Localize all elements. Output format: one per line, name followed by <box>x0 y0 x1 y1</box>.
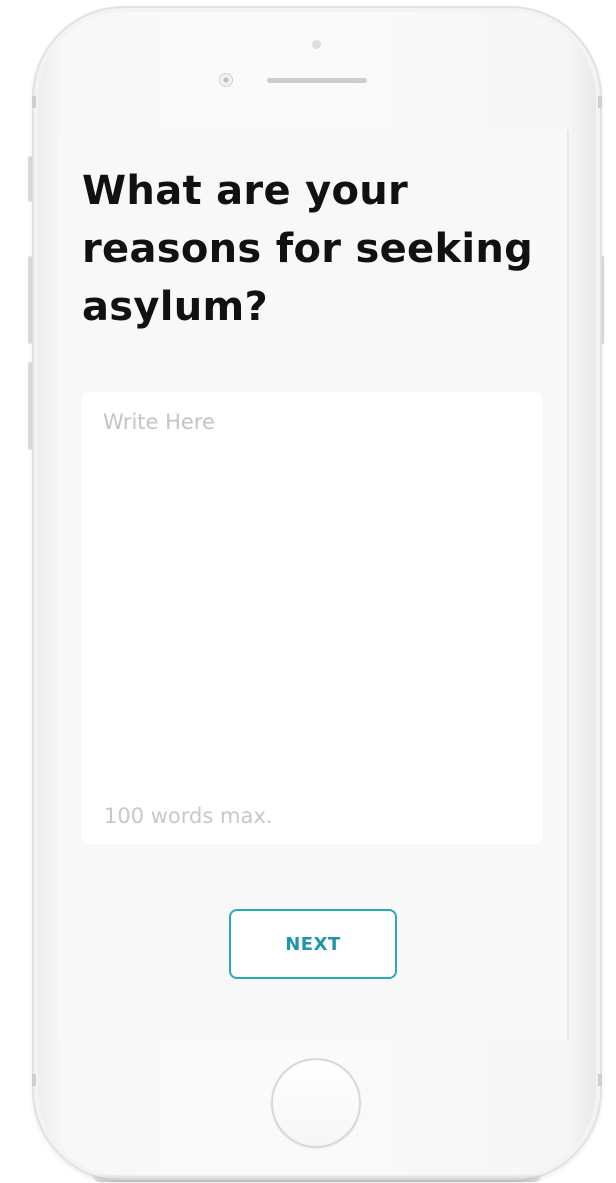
antenna-line-right-bottom <box>598 1074 602 1086</box>
proximity-sensor-icon <box>312 40 321 49</box>
antenna-line-left-bottom <box>32 1074 36 1086</box>
answer-box[interactable]: 100 words max. <box>81 392 543 844</box>
question-title: What are your reasons for seeking asylum… <box>82 168 534 330</box>
earpiece-speaker-icon <box>267 78 367 83</box>
phone-bottom-edge <box>92 1174 542 1182</box>
front-camera-icon <box>220 74 232 86</box>
word-limit-hint: 100 words max. <box>104 804 273 828</box>
answer-textarea[interactable] <box>81 392 543 772</box>
antenna-line-right-top <box>598 96 602 108</box>
phone-screen: What are your reasons for seeking asylum… <box>57 130 569 1040</box>
home-button-icon[interactable] <box>271 1058 361 1148</box>
antenna-line-left-top <box>32 96 36 108</box>
next-button[interactable]: NEXT <box>229 909 397 979</box>
